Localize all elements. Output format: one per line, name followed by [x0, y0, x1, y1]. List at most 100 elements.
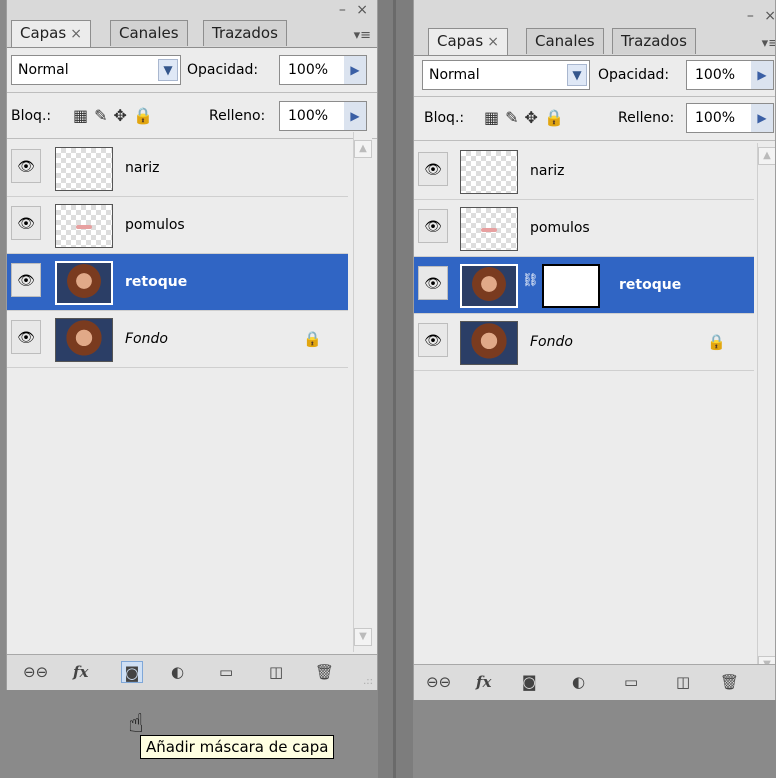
- trash-icon[interactable]: 🗑: [720, 671, 739, 693]
- lock-all-icon[interactable]: 🔒: [133, 106, 153, 125]
- lock-transparency-icon[interactable]: ▦: [484, 108, 499, 127]
- lock-all-icon[interactable]: 🔒: [544, 108, 564, 127]
- tab-close-icon[interactable]: ×: [70, 26, 82, 42]
- tab-trazados[interactable]: Trazados: [612, 28, 696, 54]
- fill-slider-arrow-icon[interactable]: ▶: [751, 104, 773, 132]
- tab-capas-label: Capas: [437, 32, 484, 50]
- fill-field[interactable]: 100% ▶: [279, 101, 367, 131]
- layer-name[interactable]: retoque: [125, 254, 187, 311]
- opacity-value: 100%: [695, 67, 736, 83]
- scroll-up-icon[interactable]: ▲: [354, 140, 372, 158]
- opacity-slider-arrow-icon[interactable]: ▶: [751, 61, 773, 89]
- lock-transparency-icon[interactable]: ▦: [73, 106, 88, 125]
- layer-row-pomulos[interactable]: 👁 pomulos: [414, 200, 754, 257]
- fill-label: Relleno:: [209, 108, 266, 124]
- tab-canales[interactable]: Canales: [110, 20, 188, 46]
- panel-tab-row: Capas× Canales Trazados – × ▾≡: [7, 0, 377, 48]
- chevron-down-icon[interactable]: ▼: [567, 64, 587, 86]
- layer-row-retoque[interactable]: 👁 ⛓ retoque: [414, 257, 754, 314]
- layer-name[interactable]: Fondo: [530, 314, 573, 371]
- opacity-label: Opacidad:: [187, 62, 259, 78]
- opacity-value: 100%: [288, 62, 329, 78]
- layer-row-fondo[interactable]: 👁 Fondo 🔒: [414, 314, 754, 371]
- scroll-up-icon[interactable]: ▲: [758, 147, 775, 165]
- layer-mask-thumbnail[interactable]: [542, 264, 600, 308]
- opacity-slider-arrow-icon[interactable]: ▶: [344, 56, 366, 84]
- panel-menu-icon[interactable]: ▾≡: [762, 36, 775, 51]
- fx-icon[interactable]: fx: [73, 661, 88, 683]
- eye-icon[interactable]: 👁: [11, 320, 41, 354]
- layers-scrollbar[interactable]: ▲ ▼: [757, 143, 775, 678]
- lock-move-icon[interactable]: ✥: [114, 106, 127, 125]
- blend-mode-value: Normal: [429, 67, 480, 83]
- lock-icon: 🔒: [303, 330, 322, 348]
- chain-link-icon[interactable]: ⛓: [522, 273, 539, 288]
- eye-icon[interactable]: 👁: [11, 149, 41, 183]
- layer-row-nariz[interactable]: 👁 nariz: [414, 143, 754, 200]
- tab-close-icon[interactable]: ×: [487, 34, 499, 50]
- layer-thumbnail: [460, 207, 518, 251]
- eye-icon[interactable]: 👁: [418, 209, 448, 243]
- link-icon[interactable]: ⊖⊖: [426, 671, 451, 693]
- window-controls[interactable]: – ×: [747, 8, 775, 24]
- lock-brush-icon[interactable]: ✎: [94, 106, 107, 125]
- eye-icon[interactable]: 👁: [418, 323, 448, 357]
- scroll-down-icon[interactable]: ▼: [354, 628, 372, 646]
- adjustment-icon[interactable]: ◐: [572, 671, 585, 693]
- new-layer-icon[interactable]: ◫: [269, 661, 283, 683]
- layer-name[interactable]: pomulos: [125, 197, 185, 254]
- folder-icon[interactable]: ▭: [624, 671, 638, 693]
- layers-scrollbar[interactable]: ▲ ▼: [353, 132, 372, 652]
- add-mask-icon[interactable]: ◙: [121, 661, 143, 683]
- fill-label: Relleno:: [618, 110, 675, 126]
- tooltip-add-mask: Añadir máscara de capa: [140, 735, 335, 759]
- layer-row-nariz[interactable]: 👁 nariz: [7, 140, 348, 197]
- fx-icon[interactable]: fx: [476, 671, 491, 693]
- blend-mode-select[interactable]: Normal ▼: [11, 55, 181, 85]
- tab-trazados-label: Trazados: [212, 24, 278, 42]
- layer-name[interactable]: Fondo: [125, 311, 168, 368]
- window-controls[interactable]: – ×: [339, 2, 371, 18]
- folder-icon[interactable]: ▭: [219, 661, 233, 683]
- eye-icon[interactable]: 👁: [418, 152, 448, 186]
- fill-field[interactable]: 100% ▶: [686, 103, 774, 133]
- layer-thumbnail: [460, 150, 518, 194]
- opacity-field[interactable]: 100% ▶: [686, 60, 774, 90]
- fill-slider-arrow-icon[interactable]: ▶: [344, 102, 366, 130]
- opacity-label: Opacidad:: [598, 67, 670, 83]
- tab-capas-label: Capas: [20, 24, 67, 42]
- lock-brush-icon[interactable]: ✎: [505, 108, 518, 127]
- chevron-down-icon[interactable]: ▼: [158, 59, 178, 81]
- eye-icon[interactable]: 👁: [11, 206, 41, 240]
- layer-name[interactable]: retoque: [619, 257, 681, 314]
- tab-trazados[interactable]: Trazados: [203, 20, 287, 46]
- adjustment-icon[interactable]: ◐: [171, 661, 184, 683]
- blend-mode-value: Normal: [18, 62, 69, 78]
- blend-mode-select[interactable]: Normal ▼: [422, 60, 590, 90]
- layer-thumbnail: [55, 147, 113, 191]
- layer-name[interactable]: nariz: [125, 140, 159, 197]
- eye-icon[interactable]: 👁: [418, 266, 448, 300]
- new-layer-icon[interactable]: ◫: [676, 671, 690, 693]
- tab-capas[interactable]: Capas ×: [11, 20, 91, 47]
- layer-row-fondo[interactable]: 👁 Fondo 🔒: [7, 311, 348, 368]
- resize-grip-icon[interactable]: .::: [363, 676, 373, 687]
- lock-icon: 🔒: [707, 333, 726, 351]
- layer-name[interactable]: pomulos: [530, 200, 590, 257]
- layer-row-pomulos[interactable]: 👁 pomulos: [7, 197, 348, 254]
- layer-name[interactable]: nariz: [530, 143, 564, 200]
- add-mask-icon[interactable]: ◙: [522, 671, 537, 693]
- trash-icon[interactable]: 🗑: [315, 661, 334, 683]
- layer-thumbnail: [55, 261, 113, 305]
- layer-row-retoque[interactable]: 👁 retoque: [7, 254, 348, 311]
- layer-thumbnail: [460, 321, 518, 365]
- tab-capas[interactable]: Capas ×: [428, 28, 508, 55]
- opacity-field[interactable]: 100% ▶: [279, 55, 367, 85]
- link-icon[interactable]: ⊖⊖: [23, 661, 48, 683]
- panel-menu-icon[interactable]: ▾≡: [354, 28, 371, 43]
- tab-trazados-label: Trazados: [621, 32, 687, 50]
- tab-canales[interactable]: Canales: [526, 28, 604, 54]
- lock-move-icon[interactable]: ✥: [525, 108, 538, 127]
- lock-label: Bloq.:: [424, 110, 465, 126]
- eye-icon[interactable]: 👁: [11, 263, 41, 297]
